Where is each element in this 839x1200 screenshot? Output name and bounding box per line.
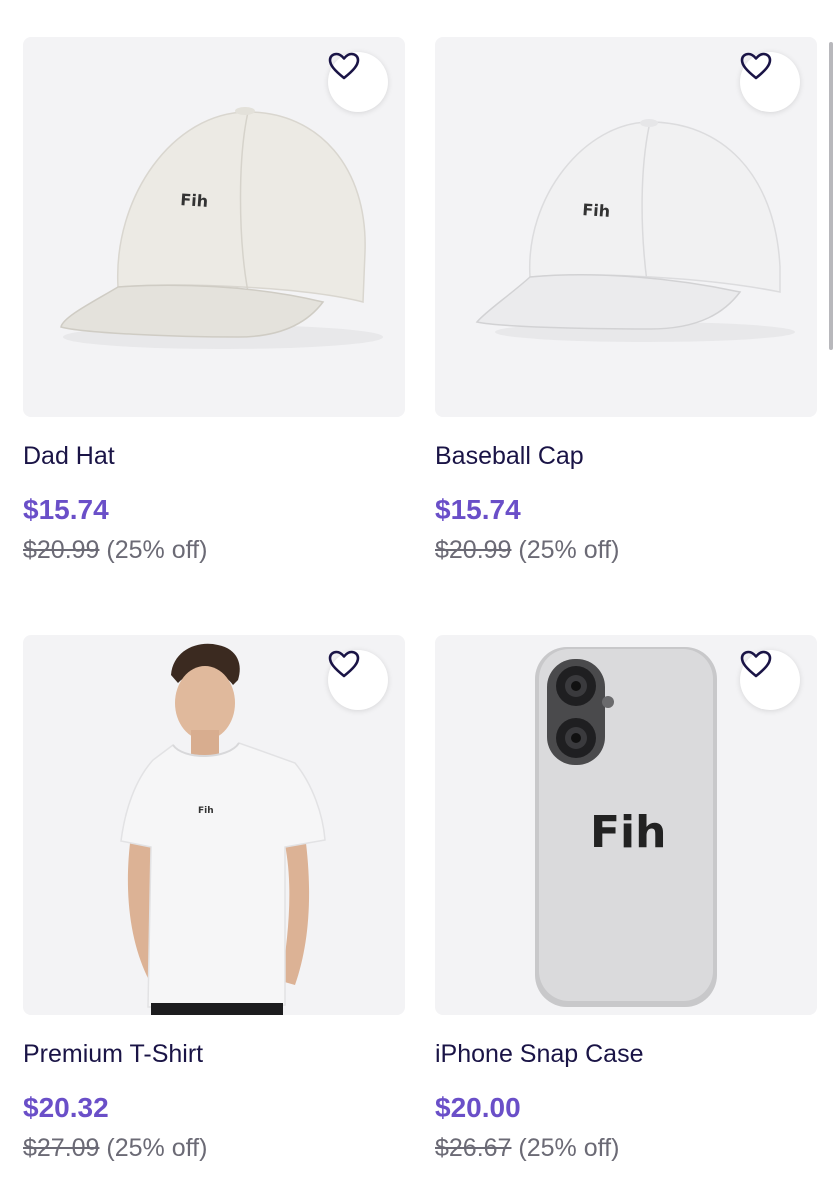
cap-print-text: Fih <box>582 200 611 221</box>
product-price: $20.00 <box>435 1092 521 1123</box>
original-price-line: $26.67 (25% off) <box>435 1133 817 1163</box>
product-card-iphone-snap-case[interactable]: Fih iPhone Snap Case $20.00 $26.67 (25% … <box>435 635 817 1163</box>
product-image[interactable]: Fih <box>23 37 405 417</box>
product-grid: Fih Dad Hat $15.74 $20.99 (25% off) Fih <box>0 0 839 1200</box>
product-image[interactable]: Fih <box>23 635 405 1015</box>
original-price: $26.67 <box>435 1134 512 1162</box>
original-price: $20.99 <box>23 536 100 564</box>
heart-icon <box>740 650 772 678</box>
heart-icon <box>740 52 772 80</box>
product-price: $15.74 <box>435 494 521 525</box>
discount-label: (25% off) <box>518 1134 620 1162</box>
product-title[interactable]: Dad Hat <box>23 441 405 471</box>
favorite-button[interactable] <box>740 52 800 112</box>
case-print-text: Fih <box>590 807 666 858</box>
product-image[interactable]: Fih <box>435 635 817 1015</box>
product-card-premium-tshirt[interactable]: Fih Premium T-Shirt $20.32 $27.09 (25% o… <box>23 635 405 1163</box>
discount-label: (25% off) <box>518 536 620 564</box>
original-price-line: $27.09 (25% off) <box>23 1133 405 1163</box>
heart-icon <box>328 52 360 80</box>
favorite-button[interactable] <box>328 52 388 112</box>
original-price: $20.99 <box>435 536 512 564</box>
hat-print-text: Fih <box>180 190 209 211</box>
scrollbar[interactable] <box>829 42 833 350</box>
heart-icon <box>328 650 360 678</box>
discount-label: (25% off) <box>106 536 208 564</box>
product-title[interactable]: Baseball Cap <box>435 441 817 471</box>
original-price-line: $20.99 (25% off) <box>435 535 817 565</box>
original-price: $27.09 <box>23 1134 100 1162</box>
product-title[interactable]: iPhone Snap Case <box>435 1039 817 1069</box>
favorite-button[interactable] <box>740 650 800 710</box>
product-price: $20.32 <box>23 1092 109 1123</box>
product-price: $15.74 <box>23 494 109 525</box>
favorite-button[interactable] <box>328 650 388 710</box>
original-price-line: $20.99 (25% off) <box>23 535 405 565</box>
tshirt-print-text: Fih <box>198 806 214 816</box>
product-title[interactable]: Premium T-Shirt <box>23 1039 405 1069</box>
product-card-baseball-cap[interactable]: Fih Baseball Cap $15.74 $20.99 (25% off) <box>435 37 817 565</box>
discount-label: (25% off) <box>106 1134 208 1162</box>
product-image[interactable]: Fih <box>435 37 817 417</box>
product-card-dad-hat[interactable]: Fih Dad Hat $15.74 $20.99 (25% off) <box>23 37 405 565</box>
